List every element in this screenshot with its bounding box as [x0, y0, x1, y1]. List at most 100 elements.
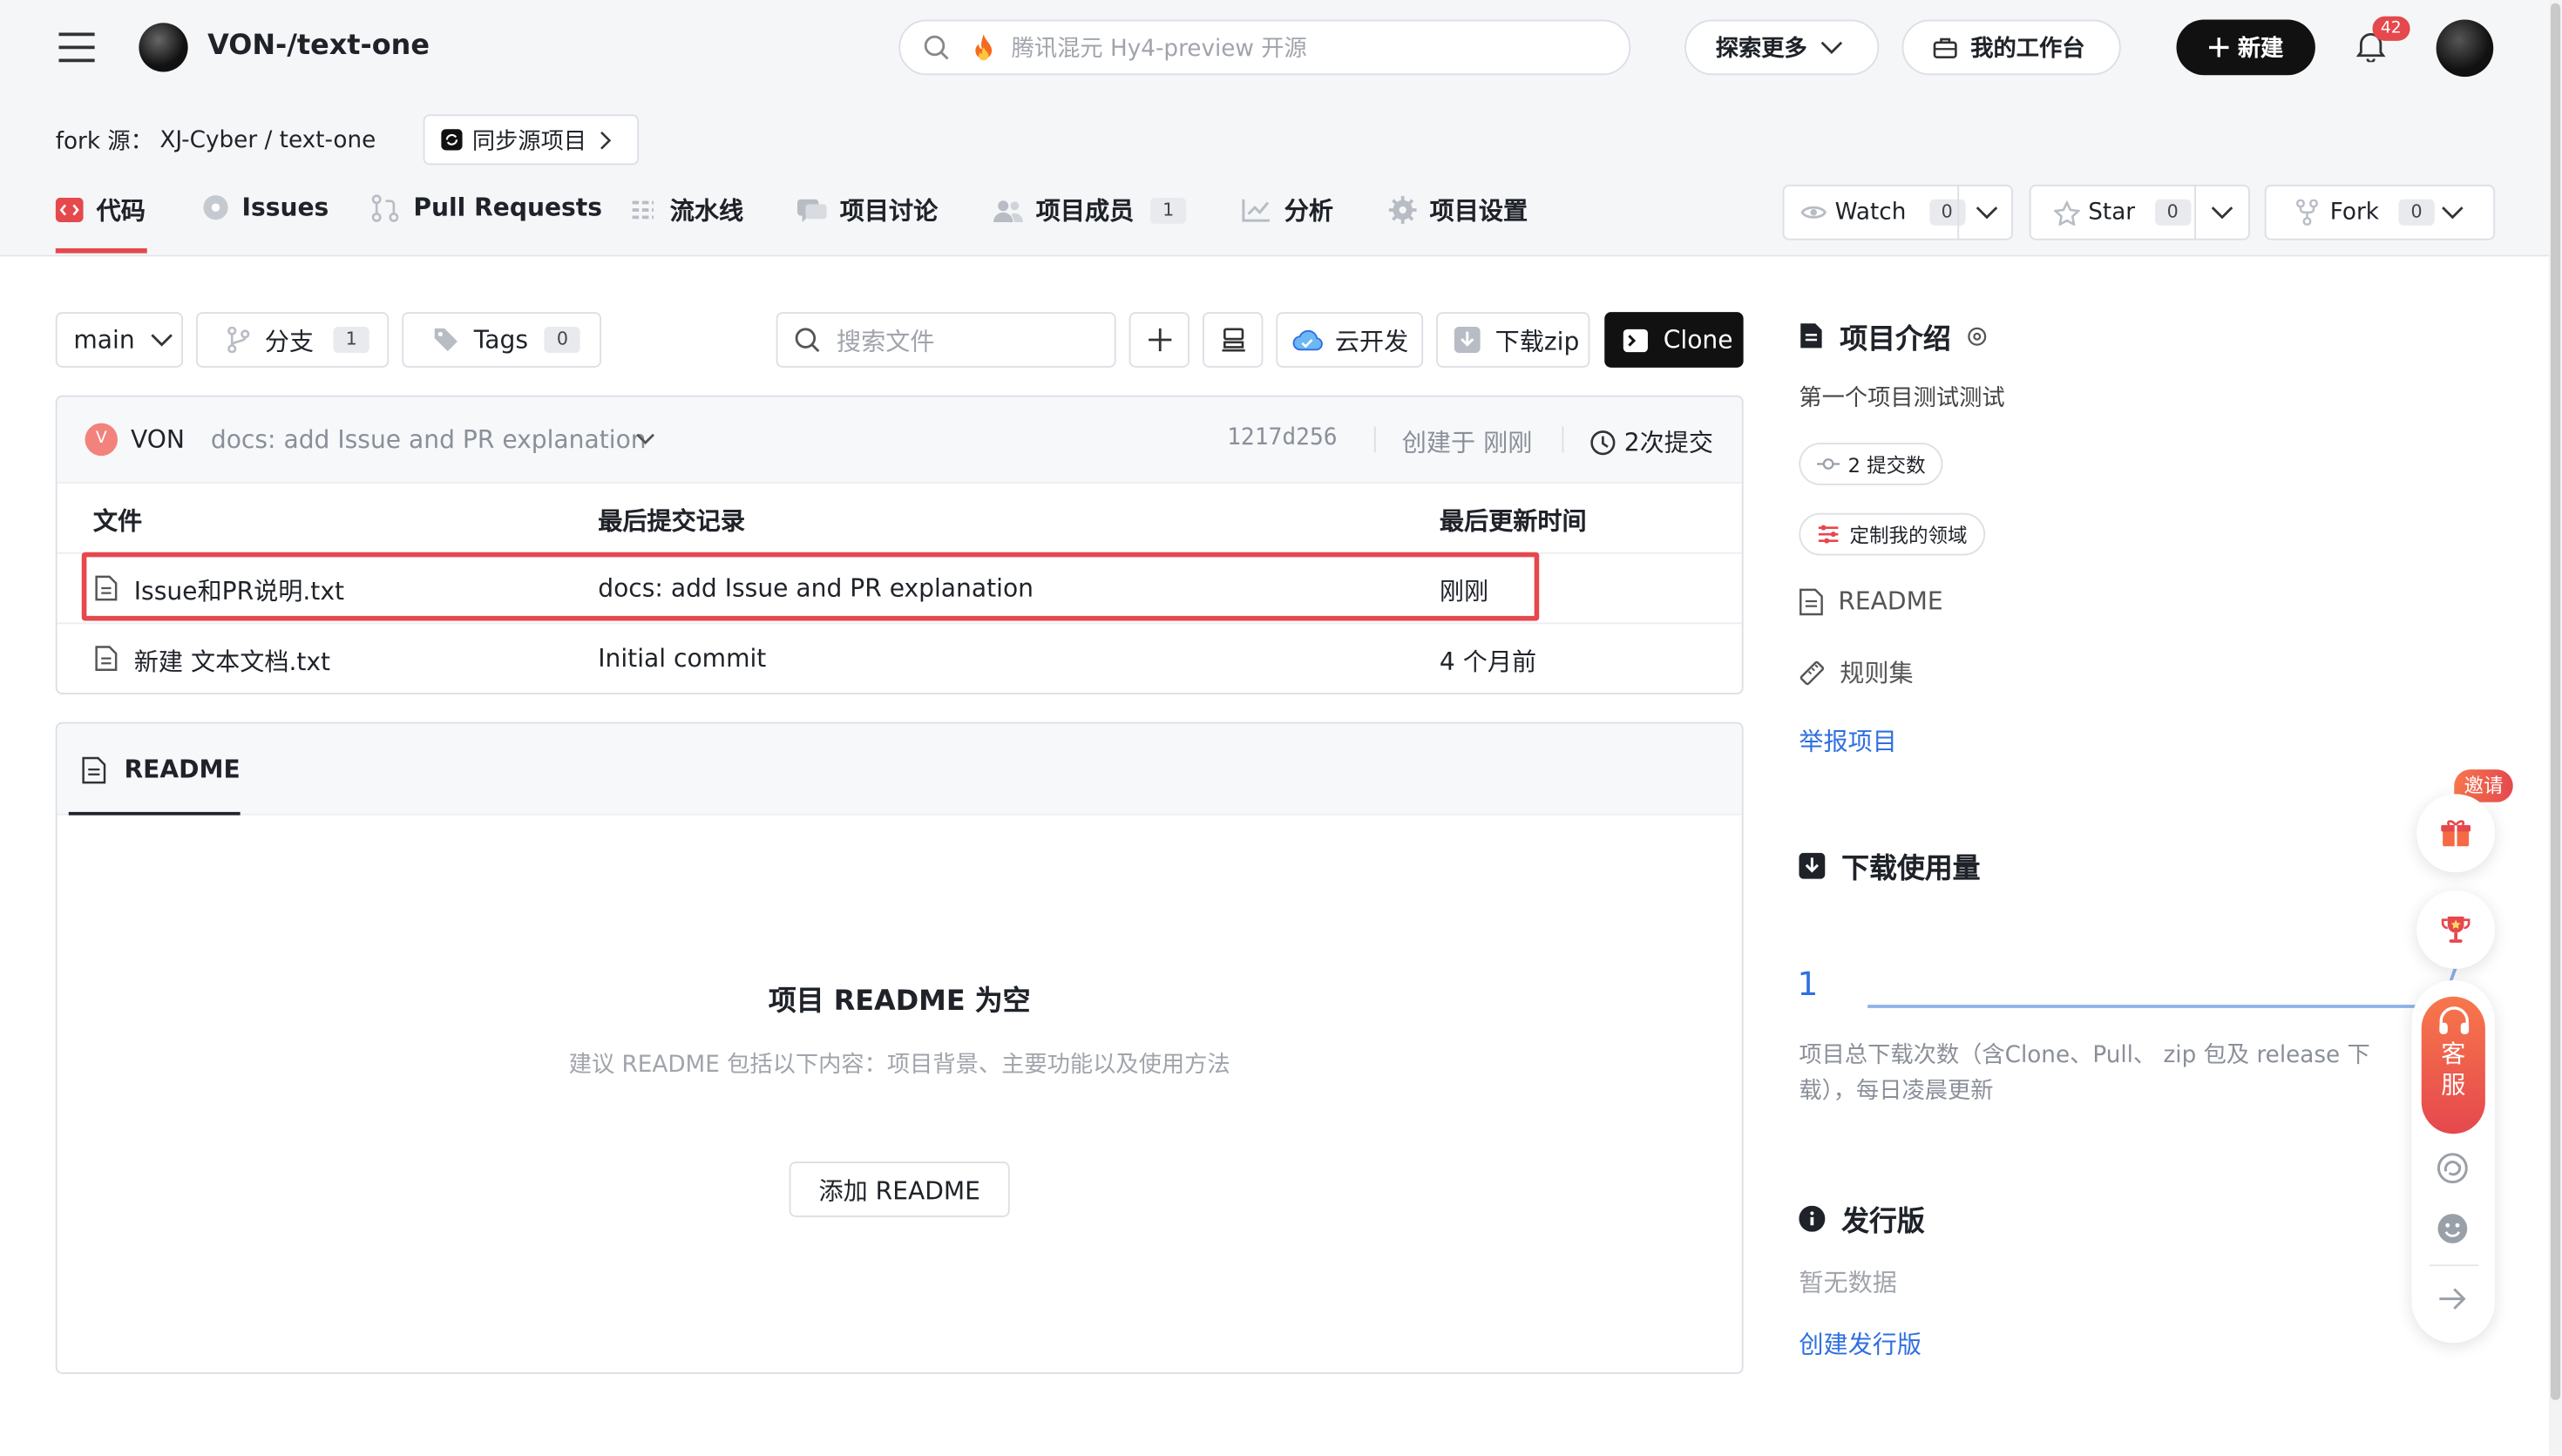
- service-label-2: 服: [2441, 1070, 2466, 1100]
- branch-name: main: [73, 325, 135, 355]
- sync-source-button[interactable]: 同步源项目: [423, 114, 640, 166]
- tab-pull-requests[interactable]: Pull Requests: [371, 193, 602, 222]
- cloud-dev-label: 云开发: [1334, 326, 1409, 356]
- service-label-1: 客: [2441, 1039, 2466, 1069]
- web-ide-button[interactable]: [1203, 312, 1264, 368]
- new-button[interactable]: 新建: [2176, 19, 2315, 76]
- arrow-right-icon[interactable]: [2438, 1286, 2468, 1312]
- branch-icon: [227, 327, 250, 353]
- swirl-icon[interactable]: [2437, 1152, 2470, 1185]
- author-avatar[interactable]: V: [85, 423, 118, 457]
- releases-title: 发行版: [1841, 1205, 1925, 1239]
- workbench-button[interactable]: 我的工作台: [1901, 19, 2121, 76]
- watch-button[interactable]: Watch 0: [1782, 184, 2013, 240]
- tab-settings[interactable]: 项目设置: [1388, 193, 1528, 227]
- trophy-button[interactable]: [2416, 890, 2496, 969]
- file-table-header: 文件 最后提交记录 最后更新时间: [57, 482, 1742, 552]
- repo-avatar[interactable]: [139, 23, 188, 72]
- commit-hash[interactable]: 1217d256: [1227, 425, 1337, 451]
- file-search-input[interactable]: 搜索文件: [776, 312, 1116, 368]
- star-button[interactable]: Star 0: [2029, 184, 2250, 240]
- report-project-link[interactable]: 举报项目: [1799, 724, 1897, 758]
- global-search-input[interactable]: 腾讯混元 Hy4-preview 开源: [898, 19, 1631, 76]
- branches-button[interactable]: 分支 1: [196, 312, 390, 368]
- members-icon: [993, 197, 1036, 223]
- ruleset-link[interactable]: 规则集: [1799, 655, 1914, 689]
- commit-history-link[interactable]: 2次提交: [1589, 425, 1713, 459]
- sync-icon: [441, 129, 463, 151]
- fork-source-link[interactable]: XJ-Cyber / text-one: [159, 127, 376, 153]
- tab-analytics[interactable]: 分析: [1242, 193, 1333, 227]
- tab-pipelines[interactable]: 流水线: [629, 193, 743, 227]
- hamburger-menu-icon[interactable]: [58, 31, 95, 64]
- gear-icon[interactable]: [1966, 324, 2005, 347]
- gift-icon: [2439, 818, 2472, 848]
- readme-tab[interactable]: README: [82, 755, 241, 784]
- table-row[interactable]: 新建 文本文档.txt Initial commit 4 个月前: [57, 622, 1742, 693]
- download-zip-button[interactable]: 下载zip: [1436, 312, 1590, 368]
- chevron-down-icon[interactable]: [635, 431, 655, 446]
- terminal-icon: [1623, 328, 1649, 352]
- tab-label: 流水线: [669, 196, 744, 226]
- customer-service-button[interactable]: 客 服: [2421, 996, 2485, 1134]
- cloud-dev-button[interactable]: 云开发: [1276, 312, 1424, 368]
- commit-author[interactable]: VON: [131, 425, 185, 455]
- download-icon: [1454, 327, 1481, 353]
- commits-chip[interactable]: 2 提交数: [1799, 443, 1944, 485]
- commit-message[interactable]: docs: add Issue and PR explanation: [211, 425, 647, 455]
- scrollbar-thumb[interactable]: [2550, 3, 2561, 1400]
- document-icon: [1799, 322, 1840, 349]
- readme-panel: README 项目 README 为空 建议 README 包括以下内容：项目背…: [55, 721, 1744, 1374]
- tags-button[interactable]: Tags 0: [402, 312, 601, 368]
- briefcase-icon: [1933, 36, 1957, 58]
- tab-issues[interactable]: Issues: [203, 193, 329, 222]
- user-avatar[interactable]: [2436, 19, 2494, 78]
- members-count: 1: [1150, 196, 1187, 223]
- file-browser: V VON docs: add Issue and PR explanation…: [55, 395, 1744, 694]
- readme-empty-title: 项目 README 为空: [768, 985, 1031, 1019]
- add-readme-button[interactable]: 添加 README: [789, 1161, 1010, 1217]
- tab-label: 项目讨论: [839, 196, 939, 226]
- header-divider: [0, 254, 2562, 257]
- gift-button[interactable]: [2416, 794, 2496, 873]
- tab-label: Pull Requests: [413, 193, 602, 222]
- chevron-down-icon[interactable]: [2441, 204, 2464, 220]
- add-file-button[interactable]: [1128, 312, 1190, 368]
- clone-button[interactable]: Clone: [1604, 312, 1744, 368]
- discussion-icon: [797, 197, 840, 223]
- custom-domain-chip[interactable]: 定制我的领域: [1799, 512, 1986, 556]
- explore-more-button[interactable]: 探索更多: [1684, 19, 1880, 76]
- ruleset-link-label: 规则集: [1840, 658, 1914, 688]
- star-icon: [2053, 200, 2080, 225]
- releases-heading: 发行版: [1799, 1197, 1925, 1239]
- repo-path[interactable]: VON-/text-one: [207, 30, 430, 63]
- smile-icon[interactable]: [2437, 1212, 2470, 1245]
- file-name[interactable]: 新建 文本文档.txt: [134, 644, 330, 678]
- readme-link[interactable]: README: [1799, 586, 1943, 616]
- tab-code[interactable]: 代码: [55, 193, 146, 227]
- page-root: VON-/text-one 腾讯混元 Hy4-preview 开源 探索更多 我…: [0, 0, 2562, 1456]
- fork-button[interactable]: Fork 0: [2264, 184, 2496, 240]
- fork-label: fork 源：: [55, 129, 153, 156]
- fork-count: 0: [2398, 199, 2435, 226]
- file-commit-message[interactable]: Initial commit: [598, 644, 766, 674]
- info-icon: [1799, 1204, 1841, 1231]
- chevron-right-icon: [598, 130, 612, 150]
- downloads-sparkline: [1867, 1005, 2472, 1008]
- create-release-link[interactable]: 创建发行版: [1799, 1327, 1922, 1361]
- plus-icon: [2208, 37, 2228, 58]
- divider: [1562, 426, 1564, 453]
- chevron-down-icon[interactable]: [1976, 204, 1998, 220]
- project-intro-heading: 项目介绍: [1799, 315, 2004, 356]
- workbench-label: 我的工作台: [1970, 36, 2085, 63]
- tab-discussions[interactable]: 项目讨论: [797, 193, 938, 227]
- branch-select[interactable]: main: [55, 312, 183, 368]
- star-count: 0: [2154, 199, 2191, 226]
- header-last-commit: 最后提交记录: [598, 506, 746, 536]
- star-label: Star: [2088, 199, 2136, 226]
- tab-members[interactable]: 项目成员 1: [993, 193, 1187, 227]
- chevron-down-icon[interactable]: [2211, 204, 2233, 220]
- cloud-icon: [1292, 328, 1324, 351]
- branches-count: 1: [333, 327, 369, 353]
- tags-count: 0: [544, 327, 581, 353]
